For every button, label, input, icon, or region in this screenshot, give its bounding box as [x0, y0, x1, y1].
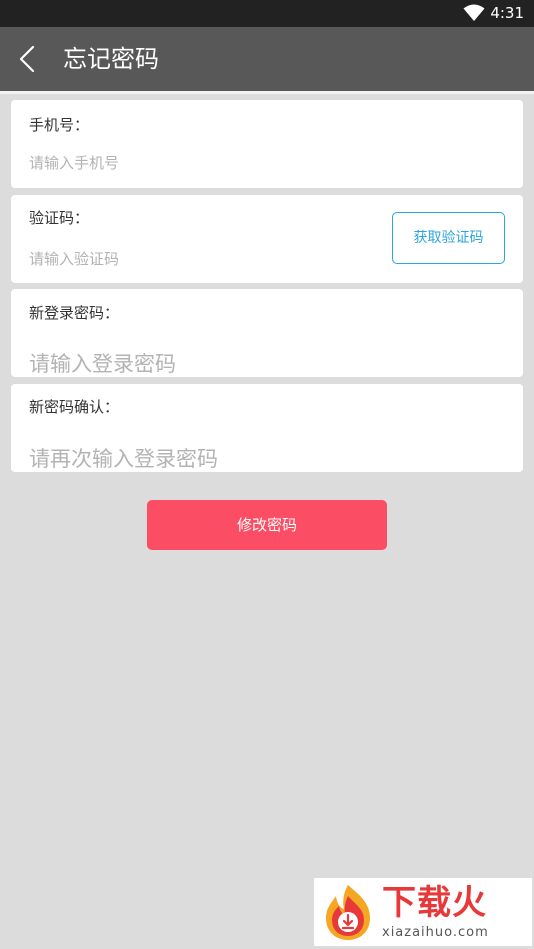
new-password-input[interactable] [29, 350, 499, 377]
phone-input[interactable] [29, 151, 499, 175]
get-code-button[interactable]: 获取验证码 [392, 212, 505, 264]
new-password-card: 新登录密码： [11, 289, 523, 377]
code-input[interactable] [29, 247, 359, 271]
change-password-button[interactable]: 修改密码 [147, 500, 387, 550]
confirm-password-card: 新密码确认： [11, 384, 523, 472]
header-divider [0, 91, 534, 94]
status-bar: 4:31 [0, 0, 534, 27]
confirm-password-input[interactable] [29, 445, 499, 472]
watermark-title: 下载火 [382, 883, 487, 923]
code-label: 验证码： [29, 209, 90, 227]
back-arrow-icon[interactable] [14, 43, 44, 75]
new-password-label: 新登录密码： [29, 304, 120, 322]
watermark-url: xiazaihuo.com [382, 925, 489, 940]
watermark: 下载火 xiazaihuo.com [314, 878, 532, 946]
status-time: 4:31 [490, 4, 524, 22]
phone-card: 手机号： [11, 100, 523, 188]
code-card: 验证码： 获取验证码 [11, 195, 523, 283]
app-bar: 忘记密码 [0, 27, 534, 91]
wifi-icon [463, 4, 485, 21]
phone-label: 手机号： [29, 116, 90, 134]
fire-download-icon [326, 885, 370, 940]
page-title: 忘记密码 [63, 45, 159, 73]
confirm-password-label: 新密码确认： [29, 398, 120, 416]
